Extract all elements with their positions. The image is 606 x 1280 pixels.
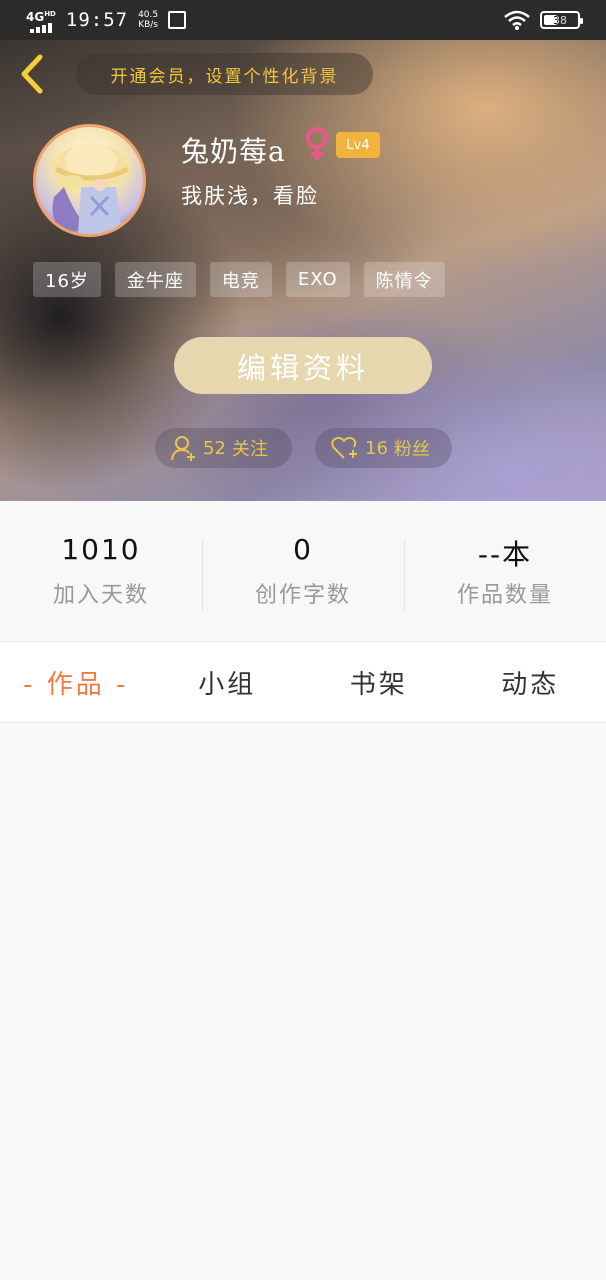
edit-profile-button[interactable]: 编辑资料 bbox=[174, 337, 432, 394]
vip-background-banner[interactable]: 开通会员，设置个性化背景 bbox=[76, 53, 373, 95]
following-count: 52 bbox=[203, 437, 226, 459]
back-button[interactable] bbox=[14, 54, 50, 94]
stat-label: 加入天数 bbox=[52, 583, 149, 608]
signature: 我肤浅，看脸 bbox=[181, 184, 319, 208]
network-speed: 40.5 KB/s bbox=[138, 10, 159, 30]
tag-interest: 陈情令 bbox=[363, 262, 445, 297]
tag-interest: 电竞 bbox=[209, 262, 272, 297]
stat-value: 0 bbox=[293, 533, 313, 566]
status-bar: 4GHD 19:57 40.5 KB/s 38 bbox=[0, 0, 606, 40]
battery-icon: 38 bbox=[540, 11, 583, 29]
following-label: 关注 bbox=[231, 439, 268, 460]
profile-tags: 16岁 金牛座 电竞 EXO 陈情令 bbox=[33, 262, 445, 297]
stat-label: 作品数量 bbox=[456, 583, 553, 608]
fans-label: 粉丝 bbox=[393, 439, 430, 460]
level-badge: Lv4 bbox=[336, 132, 380, 158]
tab-activity[interactable]: 动态 bbox=[455, 664, 606, 701]
chevron-left-icon bbox=[21, 54, 43, 94]
female-gender-icon bbox=[306, 127, 328, 160]
profile-tabs: - 作品 - 小组 书架 动态 bbox=[0, 641, 606, 723]
fans-button[interactable]: 16 粉丝 bbox=[315, 428, 452, 468]
stat-value: --本 bbox=[477, 538, 533, 571]
tag-age: 16岁 bbox=[33, 262, 101, 297]
signal-icon: 4GHD bbox=[26, 8, 56, 33]
wifi-icon bbox=[504, 10, 530, 30]
tab-groups[interactable]: 小组 bbox=[152, 664, 304, 701]
following-button[interactable]: 52 关注 bbox=[155, 428, 292, 468]
stat-word-count: 0 创作字数 bbox=[202, 533, 404, 611]
tab-bookshelf[interactable]: 书架 bbox=[303, 664, 455, 701]
stat-join-days: 1010 加入天数 bbox=[0, 533, 202, 609]
add-user-icon bbox=[171, 436, 195, 461]
avatar-illustration bbox=[51, 143, 131, 234]
battery-level: 38 bbox=[553, 13, 567, 27]
stat-value: 1010 bbox=[61, 533, 141, 566]
fans-count: 16 bbox=[365, 437, 388, 459]
tag-zodiac: 金牛座 bbox=[114, 262, 196, 297]
username: 兔奶莓a bbox=[181, 135, 286, 168]
heart-plus-icon bbox=[331, 436, 357, 459]
stats-bar: 1010 加入天数 0 创作字数 --本 作品数量 bbox=[0, 501, 606, 641]
tab-works[interactable]: - 作品 - bbox=[0, 664, 152, 701]
stat-works-count: --本 作品数量 bbox=[404, 533, 606, 611]
clock: 19:57 bbox=[65, 9, 129, 31]
avatar[interactable] bbox=[33, 124, 146, 237]
screenshot-icon bbox=[168, 11, 187, 29]
tab-content-area bbox=[0, 723, 606, 1280]
stat-label: 创作字数 bbox=[254, 583, 351, 608]
tag-interest: EXO bbox=[285, 262, 350, 297]
profile-header: 开通会员，设置个性化背景 兔奶莓a Lv4 我肤浅，看脸 16岁 金牛座 电竞 … bbox=[0, 40, 606, 501]
